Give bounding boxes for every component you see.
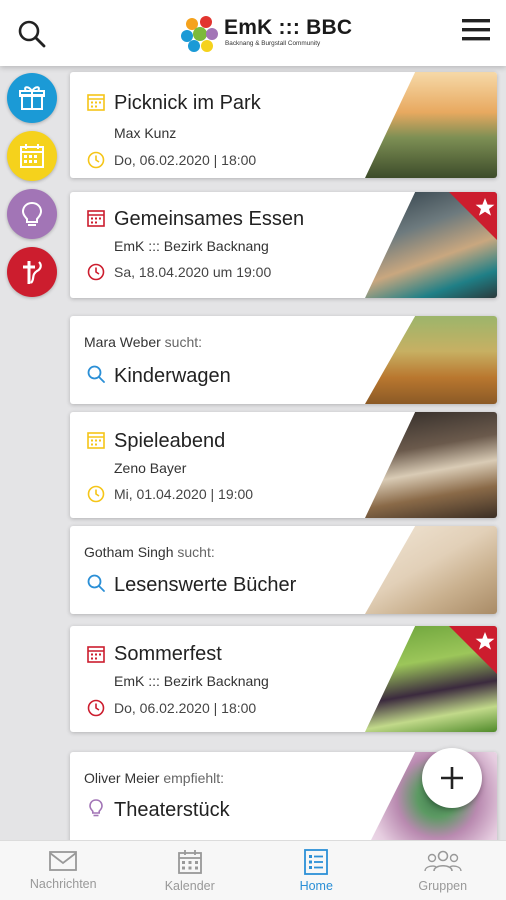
add-button[interactable]: [422, 748, 482, 808]
event-card[interactable]: Spieleabend Zeno Bayer Mi, 01.04.2020 | …: [70, 412, 497, 518]
filter-church-button[interactable]: [7, 247, 57, 297]
calendar-icon: [87, 210, 105, 227]
featured-star-icon: [449, 626, 497, 674]
event-title: Gemeinsames Essen: [114, 208, 305, 230]
clock-icon: [87, 485, 105, 503]
author-name: Gotham Singh: [84, 544, 174, 560]
app-header: EmK ::: BBC Backnang & Burgstall Communi…: [0, 0, 506, 66]
search-card[interactable]: Mara Weber sucht: Kinderwagen: [70, 316, 497, 404]
event-card[interactable]: Sommerfest EmK ::: Bezirk Backnang Do, 0…: [70, 626, 497, 732]
clock-icon: [87, 263, 105, 281]
feed-list: Picknick im Park Max Kunz Do, 06.02.2020…: [0, 66, 506, 840]
event-date: Sa, 18.04.2020 um 19:00: [114, 264, 272, 280]
event-organizer: EmK ::: Bezirk Backnang: [114, 673, 269, 689]
logo-title: EmK ::: BBC: [224, 16, 353, 39]
lightbulb-icon: [89, 799, 103, 817]
filter-gifts-button[interactable]: [7, 73, 57, 123]
recommend-author: Oliver Meier empfiehlt:: [84, 770, 224, 786]
event-date: Do, 06.02.2020 | 18:00: [114, 152, 257, 168]
puzzle-logo-icon: [181, 16, 218, 52]
tab-label: Gruppen: [418, 879, 468, 893]
filter-events-button[interactable]: [7, 131, 57, 181]
tab-kalender[interactable]: Kalender: [127, 841, 254, 900]
event-title: Picknick im Park: [114, 92, 261, 114]
group-icon: [424, 850, 462, 872]
tab-home[interactable]: Home: [253, 841, 380, 900]
search-icon[interactable]: [16, 18, 48, 50]
event-card[interactable]: Picknick im Park Max Kunz Do, 06.02.2020…: [70, 72, 497, 178]
event-card[interactable]: Gemeinsames Essen EmK ::: Bezirk Backnan…: [70, 192, 497, 298]
action-verb: sucht:: [177, 544, 215, 560]
search-author: Gotham Singh sucht:: [84, 544, 215, 560]
plus-icon: [441, 767, 463, 789]
bottom-navigation: Nachrichten Kalender Home Gruppen: [0, 840, 506, 900]
search-card[interactable]: Gotham Singh sucht: Lesenswerte Bücher: [70, 526, 497, 614]
tab-label: Kalender: [164, 879, 215, 893]
hamburger-menu-icon[interactable]: [460, 16, 492, 44]
event-date: Do, 06.02.2020 | 18:00: [114, 700, 257, 716]
event-organizer: Zeno Bayer: [114, 460, 187, 476]
search-icon: [87, 574, 105, 592]
search-title: Kinderwagen: [114, 365, 231, 387]
event-date: Mi, 01.04.2020 | 19:00: [114, 486, 254, 502]
clock-icon: [87, 699, 105, 717]
tab-gruppen[interactable]: Gruppen: [380, 841, 506, 900]
app-logo: EmK ::: BBC Backnang & Burgstall Communi…: [178, 12, 352, 56]
author-name: Oliver Meier: [84, 770, 160, 786]
search-photo-family: [365, 316, 497, 404]
event-photo-chess: [365, 412, 497, 518]
calendar-icon: [20, 144, 44, 168]
category-filter-bar: [7, 73, 59, 305]
tab-label: Home: [299, 879, 333, 893]
event-organizer: Max Kunz: [114, 125, 177, 141]
lightbulb-icon: [21, 201, 43, 226]
methodist-cross-icon: [23, 261, 42, 284]
gift-icon: [19, 86, 45, 110]
event-organizer: EmK ::: Bezirk Backnang: [114, 238, 269, 254]
search-icon: [87, 365, 105, 383]
calendar-icon: [87, 646, 105, 663]
calendar-icon: [177, 850, 202, 874]
event-photo-picnic: [365, 72, 497, 178]
search-author: Mara Weber sucht:: [84, 334, 202, 350]
author-name: Mara Weber: [84, 334, 161, 350]
search-photo-books: [365, 526, 497, 614]
tab-nachrichten[interactable]: Nachrichten: [0, 841, 127, 900]
search-title: Lesenswerte Bücher: [114, 574, 297, 596]
action-verb: empfiehlt:: [163, 770, 225, 786]
tab-label: Nachrichten: [29, 877, 97, 891]
event-title: Sommerfest: [114, 643, 222, 665]
calendar-icon: [87, 432, 105, 449]
clock-icon: [87, 151, 105, 169]
recommend-title: Theaterstück: [114, 799, 230, 821]
envelope-icon: [49, 851, 78, 871]
filter-ideas-button[interactable]: [7, 189, 57, 239]
logo-subtitle: Backnang & Burgstall Community: [225, 40, 321, 47]
list-icon: [304, 849, 329, 875]
event-title: Spieleabend: [114, 430, 226, 452]
calendar-icon: [87, 94, 105, 111]
action-verb: sucht:: [164, 334, 203, 350]
featured-star-icon: [449, 192, 497, 240]
